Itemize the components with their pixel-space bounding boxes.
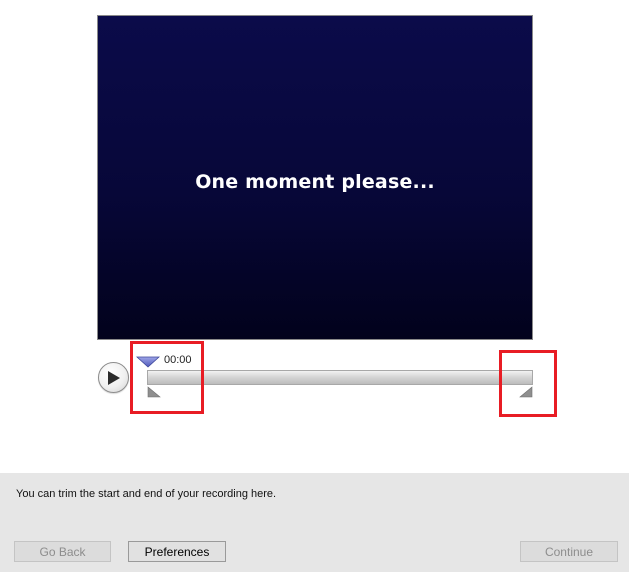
continue-button[interactable]: Continue — [520, 541, 618, 562]
current-time-label: 00:00 — [164, 354, 192, 366]
loading-message: One moment please... — [195, 171, 435, 193]
trim-end-handle[interactable] — [519, 386, 533, 398]
instruction-text: You can trim the start and end of your r… — [16, 488, 277, 500]
preferences-button[interactable]: Preferences — [128, 541, 226, 562]
footer-panel: You can trim the start and end of your r… — [0, 473, 629, 572]
trim-recording-page: One moment please... 00:00 You can trim … — [0, 0, 629, 572]
trim-start-handle[interactable] — [147, 386, 161, 398]
timeline-track[interactable] — [147, 370, 533, 385]
playhead-marker[interactable] — [136, 356, 160, 368]
go-back-button[interactable]: Go Back — [14, 541, 111, 562]
video-preview: One moment please... — [97, 15, 533, 340]
play-icon — [108, 371, 120, 385]
play-button[interactable] — [98, 362, 129, 393]
